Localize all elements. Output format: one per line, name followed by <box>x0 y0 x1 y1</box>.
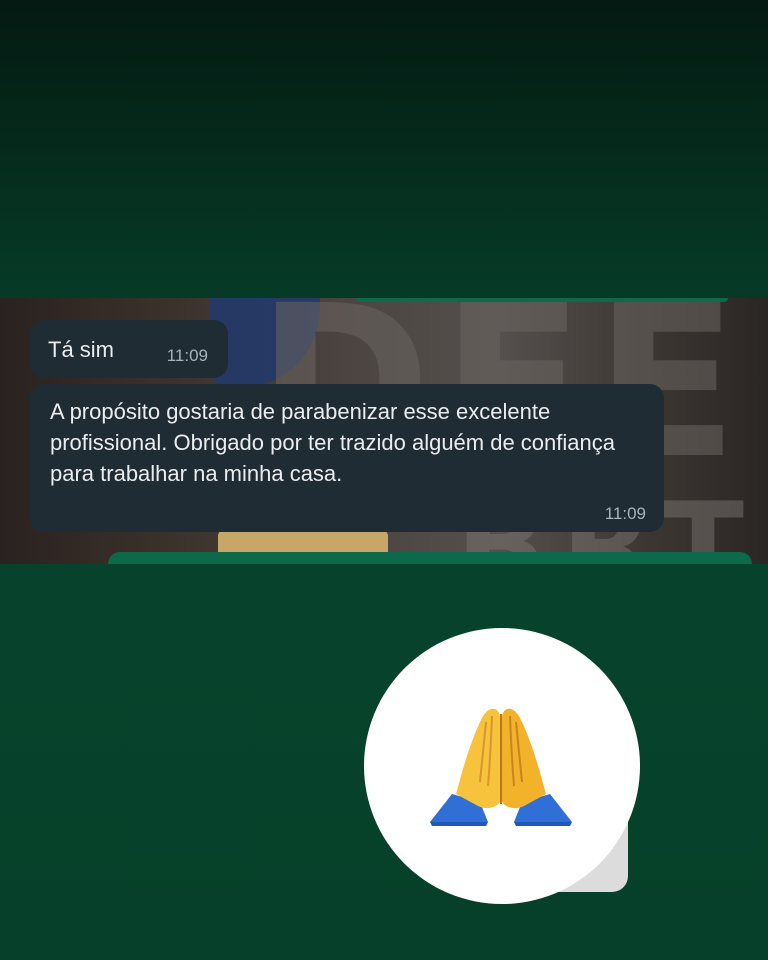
message-timestamp: 11:09 <box>166 346 208 365</box>
message-bubble-incoming[interactable]: A propósito gostaria de parabenizar esse… <box>30 384 664 532</box>
outgoing-bubble-edge <box>356 298 728 302</box>
message-timestamp: 11:09 <box>604 504 646 523</box>
message-text: Tá sim <box>48 337 114 362</box>
message-bubble-incoming[interactable]: Tá sim 11:09 <box>30 320 228 378</box>
message-text: A propósito gostaria de parabenizar esse… <box>50 399 615 486</box>
folded-hands-icon <box>430 708 572 826</box>
outgoing-bubble-edge-bottom <box>108 552 752 564</box>
